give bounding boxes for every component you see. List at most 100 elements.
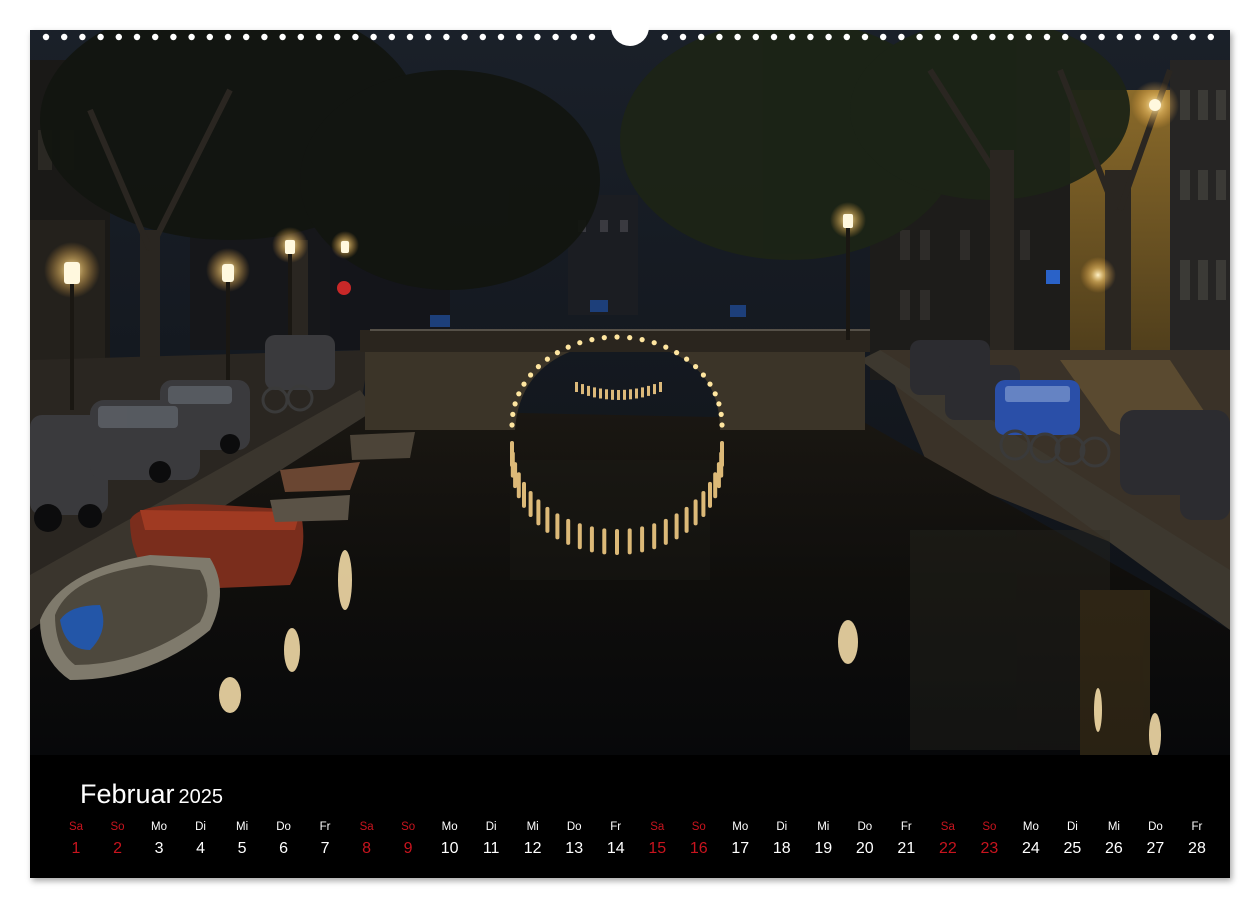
date-number: 22 <box>938 840 957 857</box>
binding-hole <box>261 33 268 41</box>
binding-hole <box>952 33 960 41</box>
weekday-label: Di <box>195 821 206 833</box>
day-cell: Di 4 <box>181 818 221 862</box>
day-cell: Fr 7 <box>305 818 345 862</box>
date-number: 25 <box>1063 840 1082 857</box>
day-cell: Mo 10 <box>430 818 470 862</box>
weekday-label: Do <box>1148 821 1163 833</box>
binding-hole <box>552 33 559 41</box>
date-number: 27 <box>1146 840 1165 857</box>
binding-hole <box>679 33 687 41</box>
day-cell: Di 18 <box>762 818 802 862</box>
day-cell: Mi 26 <box>1094 818 1134 862</box>
binding-hole <box>61 33 68 41</box>
date-number: 3 <box>154 840 164 857</box>
day-cell: Di 25 <box>1052 818 1092 862</box>
month-name: Februar <box>80 779 175 809</box>
binding-hole <box>1080 33 1087 41</box>
weekday-label: So <box>982 821 997 833</box>
date-number: 24 <box>1021 840 1040 857</box>
day-cell: So 16 <box>679 818 719 862</box>
binding-hole <box>97 33 104 41</box>
binding-hole <box>971 33 978 41</box>
date-number: 20 <box>855 840 874 857</box>
date-number: 7 <box>320 840 330 857</box>
month-year: 2025 <box>178 786 224 808</box>
date-number: 18 <box>772 840 791 857</box>
binding-hole <box>152 33 159 41</box>
binding-hole <box>334 33 341 41</box>
weekday-label: Mi <box>1107 821 1120 833</box>
weekday-label: Do <box>566 821 582 833</box>
date-number: 10 <box>440 840 459 857</box>
binding-hole <box>734 33 741 41</box>
binding-hole <box>770 33 778 41</box>
date-number: 16 <box>689 840 708 857</box>
binding-hole <box>516 33 523 41</box>
weekday-label: Di <box>776 821 788 833</box>
day-cell: Fr 28 <box>1177 818 1217 862</box>
binding-hole <box>79 33 86 41</box>
weekday-label: Fr <box>1191 821 1203 833</box>
binding-hole <box>42 33 50 41</box>
date-number: 28 <box>1188 840 1206 857</box>
binding-hole <box>461 33 468 41</box>
date-number: 23 <box>980 840 999 857</box>
weekday-label: Do <box>857 821 873 833</box>
weekday-label: Mi <box>235 821 249 833</box>
binding-hole <box>1043 33 1051 41</box>
month-title: Februar 2025 <box>80 779 223 810</box>
day-cell: Mi 5 <box>222 818 262 862</box>
binding-hole <box>1062 33 1069 41</box>
day-cell: Mi 12 <box>513 818 553 862</box>
binding-hole <box>843 33 850 41</box>
binding-hole <box>1098 33 1105 41</box>
weekday-label: Fr <box>319 821 331 833</box>
binding-hole <box>698 33 705 41</box>
date-number: 1 <box>71 840 81 857</box>
binding-hole <box>115 33 123 41</box>
day-cell: Do 27 <box>1135 818 1175 862</box>
binding-hole <box>825 33 832 41</box>
day-cell: Mo 17 <box>720 818 760 862</box>
weekday-label: So <box>110 821 125 833</box>
day-cell: Sa 15 <box>637 818 677 862</box>
binding-hole <box>1116 33 1124 41</box>
date-number: 26 <box>1105 840 1123 857</box>
binding-hole <box>1153 33 1160 41</box>
binding-hole <box>443 33 450 41</box>
binding-hole <box>534 33 541 41</box>
date-number: 5 <box>237 840 247 857</box>
date-number: 17 <box>731 840 750 857</box>
binding-hole <box>880 33 887 41</box>
binding-hole <box>588 33 596 41</box>
date-number: 14 <box>606 840 625 857</box>
day-cell: So 23 <box>969 818 1009 862</box>
binding-hole <box>570 33 577 41</box>
binding-hole <box>243 33 250 41</box>
binding-hole <box>206 33 213 41</box>
weekday-label: Di <box>1066 821 1078 833</box>
day-cell: Mo 3 <box>139 818 179 862</box>
day-grid: Sa 1 So 2 Mo 3 Di 4 Mi 5 Do 6 Fr 7 Sa 8 So 9 Mo 10 Di 11 Mi 12 D… <box>69 818 1206 868</box>
day-cell: Mi 19 <box>803 818 843 862</box>
date-number: 2 <box>113 840 122 857</box>
binding-hole <box>661 33 668 41</box>
weekday-label: Mi <box>817 821 830 833</box>
binding-hole <box>1134 33 1142 41</box>
binding-hole <box>497 33 505 41</box>
binding-hole <box>315 33 323 41</box>
weekday-label: Mo <box>1022 821 1039 833</box>
day-cell: Do 13 <box>554 818 594 862</box>
date-number: 11 <box>482 840 500 857</box>
weekday-label: Mo <box>441 821 458 833</box>
binding-hole <box>297 33 304 41</box>
binding-hole <box>861 33 869 41</box>
binding-hole <box>370 33 377 41</box>
binding-hole <box>807 33 814 41</box>
binding-hole <box>898 33 905 41</box>
weekday-label: So <box>691 821 706 833</box>
binding-hole <box>934 33 941 41</box>
binding-hole <box>1025 33 1032 41</box>
date-number: 13 <box>565 840 584 857</box>
